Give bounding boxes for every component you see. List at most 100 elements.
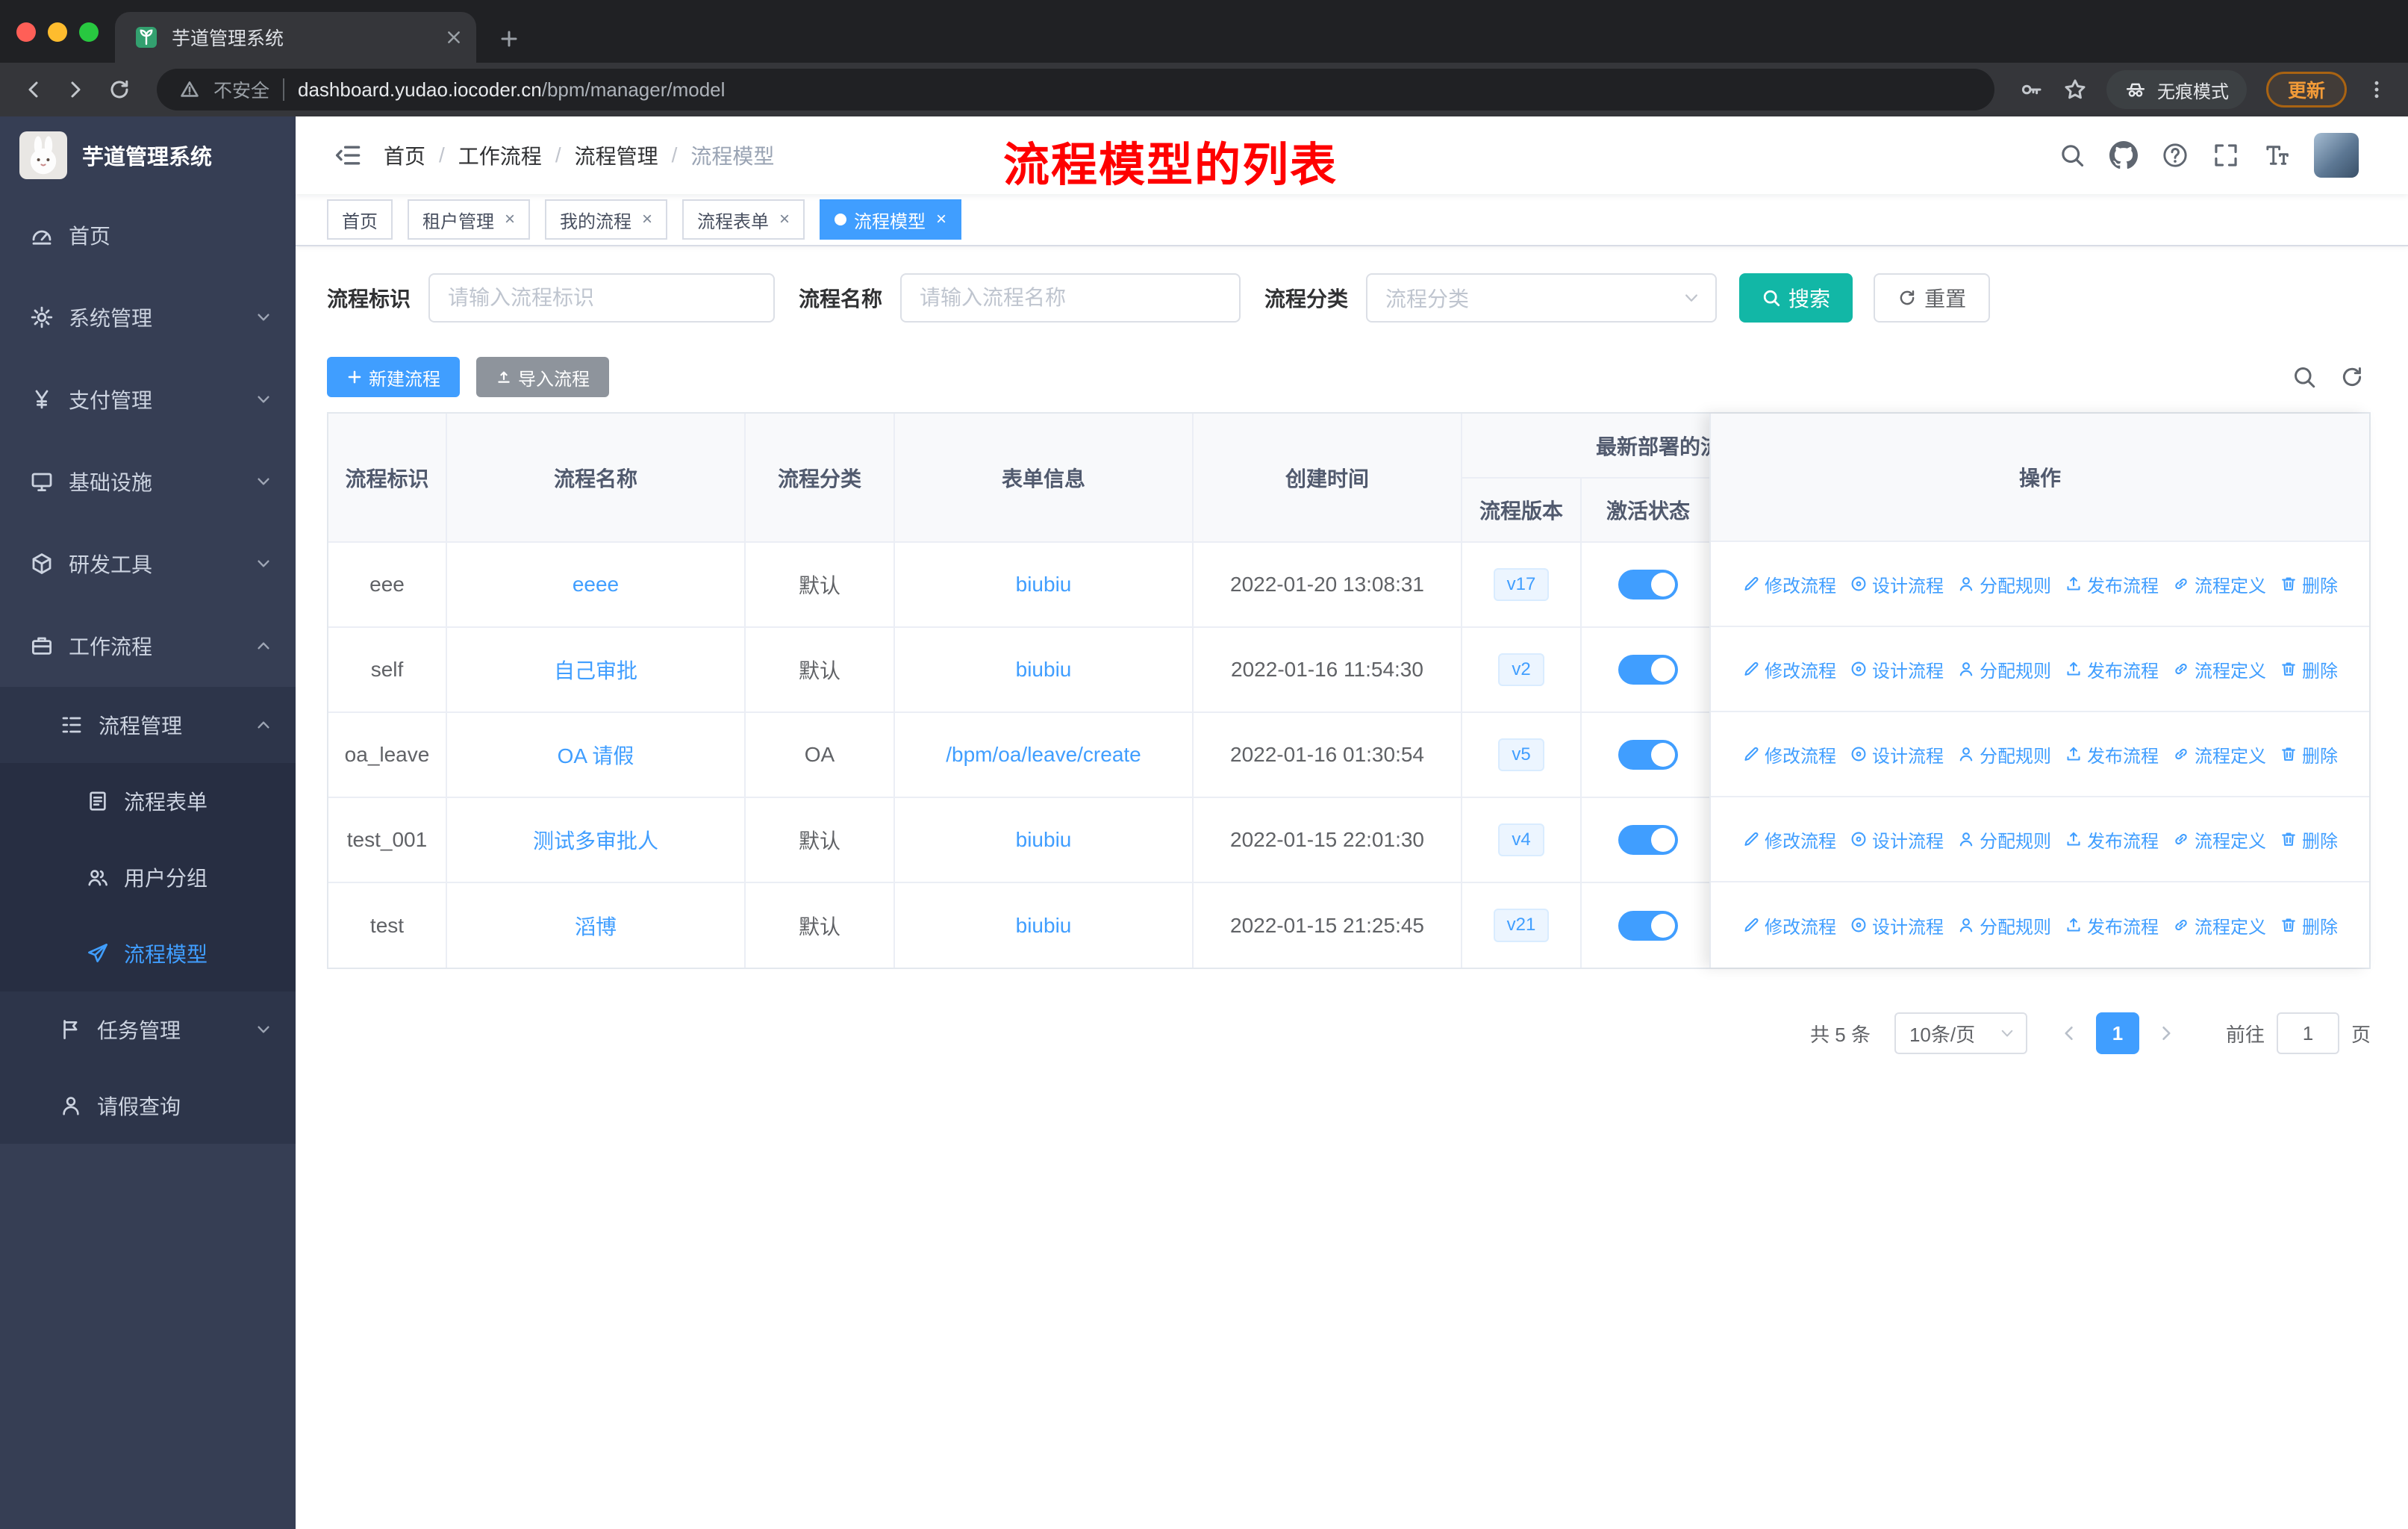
goto-page-input[interactable] <box>2276 1012 2339 1054</box>
process-definition-link[interactable]: 流程定义 <box>2172 741 2266 767</box>
sidebar-item-process-model[interactable]: 流程模型 <box>0 915 296 991</box>
process-category-select[interactable]: 流程分类 <box>1366 273 1718 323</box>
modify-process-link[interactable]: 修改流程 <box>1742 571 1836 597</box>
publish-process-link[interactable]: 发布流程 <box>2065 656 2159 682</box>
design-process-link[interactable]: 设计流程 <box>1850 656 1944 682</box>
help-icon[interactable] <box>2162 142 2189 169</box>
active-toggle[interactable] <box>1618 910 1678 941</box>
tag-process-form[interactable]: 流程表单 × <box>682 199 805 240</box>
fullscreen-icon[interactable] <box>2212 142 2239 169</box>
sidebar-item-user-group[interactable]: 用户分组 <box>0 839 296 915</box>
sidebar-item-process-form[interactable]: 流程表单 <box>0 763 296 839</box>
create-process-button[interactable]: 新建流程 <box>327 357 460 397</box>
reload-icon[interactable] <box>107 78 131 102</box>
delete-process-link[interactable]: 删除 <box>2280 741 2338 767</box>
active-toggle[interactable] <box>1618 655 1678 685</box>
font-size-icon[interactable] <box>2263 142 2290 169</box>
search-icon[interactable] <box>2059 142 2086 169</box>
form-info-link[interactable]: biubiu <box>894 627 1194 713</box>
form-info-link[interactable]: biubiu <box>894 882 1194 968</box>
assign-rule-link[interactable]: 分配规则 <box>1957 656 2051 682</box>
sidebar-item-payment[interactable]: 支付管理 <box>0 358 296 440</box>
sidebar-item-task-management[interactable]: 任务管理 <box>0 991 296 1068</box>
modify-process-link[interactable]: 修改流程 <box>1742 741 1836 767</box>
active-toggle[interactable] <box>1618 825 1678 855</box>
github-icon[interactable] <box>2109 141 2138 169</box>
update-button[interactable]: 更新 <box>2265 72 2347 108</box>
tab-close-icon[interactable] <box>446 30 461 45</box>
publish-process-link[interactable]: 发布流程 <box>2065 571 2159 597</box>
process-name-link[interactable]: OA 请假 <box>446 712 746 798</box>
publish-process-link[interactable]: 发布流程 <box>2065 826 2159 853</box>
delete-process-link[interactable]: 删除 <box>2280 656 2338 682</box>
bookmark-star-icon[interactable] <box>2063 78 2087 102</box>
design-process-link[interactable]: 设计流程 <box>1850 912 1944 938</box>
assign-rule-link[interactable]: 分配规则 <box>1957 571 2051 597</box>
form-info-link[interactable]: biubiu <box>894 542 1194 628</box>
process-definition-link[interactable]: 流程定义 <box>2172 656 2266 682</box>
tag-tenant-management[interactable]: 租户管理 × <box>408 199 531 240</box>
form-info-link[interactable]: /bpm/oa/leave/create <box>894 712 1194 798</box>
breadcrumb-process-management[interactable]: 流程管理 <box>575 140 658 170</box>
sidebar-item-infra[interactable]: 基础设施 <box>0 440 296 523</box>
active-toggle[interactable] <box>1618 570 1678 600</box>
assign-rule-link[interactable]: 分配规则 <box>1957 826 2051 853</box>
maximize-window-button[interactable] <box>79 22 99 42</box>
search-button[interactable]: 搜索 <box>1739 273 1853 323</box>
process-name-link[interactable]: 滔博 <box>446 882 746 968</box>
sidebar-item-home[interactable]: 首页 <box>0 194 296 276</box>
process-key-input[interactable] <box>428 273 776 323</box>
back-icon[interactable] <box>21 78 45 102</box>
delete-process-link[interactable]: 删除 <box>2280 571 2338 597</box>
assign-rule-link[interactable]: 分配规则 <box>1957 741 2051 767</box>
process-name-link[interactable]: 自己审批 <box>446 627 746 713</box>
tag-close-icon[interactable]: × <box>642 211 652 228</box>
process-definition-link[interactable]: 流程定义 <box>2172 571 2266 597</box>
sidebar-fold-icon[interactable] <box>334 142 361 169</box>
tag-home[interactable]: 首页 <box>327 199 393 240</box>
security-warning-icon[interactable] <box>179 79 200 100</box>
browser-tab[interactable]: 芋道管理系统 <box>115 12 476 63</box>
user-avatar[interactable] <box>2314 133 2359 178</box>
assign-rule-link[interactable]: 分配规则 <box>1957 912 2051 938</box>
app-logo[interactable]: 芋道管理系统 <box>0 116 296 194</box>
page-number-current[interactable]: 1 <box>2095 1012 2139 1054</box>
sidebar-item-devtools[interactable]: 研发工具 <box>0 523 296 605</box>
modify-process-link[interactable]: 修改流程 <box>1742 656 1836 682</box>
reset-button[interactable]: 重置 <box>1874 273 1991 323</box>
key-icon[interactable] <box>2020 78 2044 102</box>
tag-close-icon[interactable]: × <box>779 211 790 228</box>
design-process-link[interactable]: 设计流程 <box>1850 826 1944 853</box>
delete-process-link[interactable]: 删除 <box>2280 826 2338 853</box>
url-bar[interactable]: 不安全 dashboard.yudao.iocoder.cn/bpm/manag… <box>157 69 1994 110</box>
sidebar-item-system[interactable]: 系统管理 <box>0 276 296 358</box>
page-size-select[interactable]: 10条/页 <box>1894 1012 2027 1054</box>
browser-menu-icon[interactable] <box>2366 79 2387 100</box>
publish-process-link[interactable]: 发布流程 <box>2065 912 2159 938</box>
tag-close-icon[interactable]: × <box>936 211 946 228</box>
forward-icon[interactable] <box>64 78 88 102</box>
design-process-link[interactable]: 设计流程 <box>1850 741 1944 767</box>
process-definition-link[interactable]: 流程定义 <box>2172 912 2266 938</box>
delete-process-link[interactable]: 删除 <box>2280 912 2338 938</box>
refresh-icon[interactable] <box>2339 364 2365 390</box>
tag-my-process[interactable]: 我的流程 × <box>545 199 668 240</box>
process-name-link[interactable]: 测试多审批人 <box>446 797 746 883</box>
process-name-input[interactable] <box>900 273 1241 323</box>
process-definition-link[interactable]: 流程定义 <box>2172 826 2266 853</box>
prev-page-button[interactable] <box>2051 1012 2087 1054</box>
active-toggle[interactable] <box>1618 740 1678 770</box>
close-window-button[interactable] <box>16 22 36 42</box>
tag-close-icon[interactable]: × <box>505 211 515 228</box>
minimize-window-button[interactable] <box>48 22 67 42</box>
sidebar-item-process-management[interactable]: 流程管理 <box>0 687 296 763</box>
process-name-link[interactable]: eeee <box>446 542 746 628</box>
breadcrumb-home[interactable]: 首页 <box>384 140 425 170</box>
breadcrumb-workflow[interactable]: 工作流程 <box>458 140 542 170</box>
next-page-button[interactable] <box>2148 1012 2184 1054</box>
hide-search-icon[interactable] <box>2292 364 2317 390</box>
new-tab-button[interactable] <box>499 28 520 49</box>
modify-process-link[interactable]: 修改流程 <box>1742 912 1836 938</box>
tag-process-model-active[interactable]: 流程模型 × <box>820 199 962 240</box>
modify-process-link[interactable]: 修改流程 <box>1742 826 1836 853</box>
